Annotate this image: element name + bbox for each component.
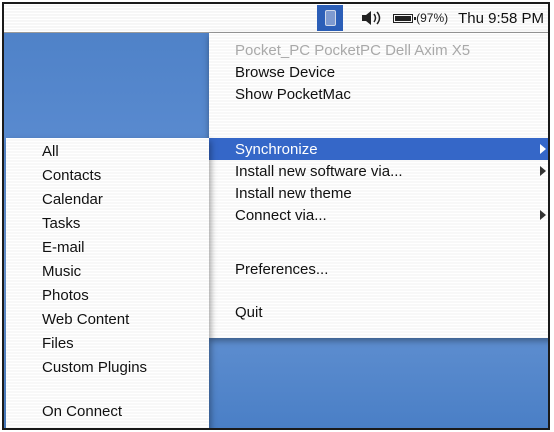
submenu-item-music[interactable]: Music xyxy=(6,260,209,282)
battery-status[interactable]: (97%) xyxy=(393,4,448,32)
submenu-item-email[interactable]: E-mail xyxy=(6,236,209,258)
screenshot-frame: (97%) Thu 9:58 PM Pocket_PC PocketPC Del… xyxy=(2,2,550,430)
device-name-item: Pocket_PC PocketPC Dell Axim X5 xyxy=(235,41,471,59)
connect-via-label: Connect via... xyxy=(235,206,327,224)
browse-device-item[interactable]: Browse Device xyxy=(209,61,548,83)
submenu-item-files[interactable]: Files xyxy=(6,332,209,354)
submenu-arrow-icon xyxy=(540,210,546,220)
install-software-label: Install new software via... xyxy=(235,162,403,180)
submenu-item-contacts[interactable]: Contacts xyxy=(6,164,209,186)
synchronize-submenu: All Contacts Calendar Tasks E-mail Music… xyxy=(6,138,209,428)
preferences-item[interactable]: Preferences... xyxy=(209,258,548,280)
submenu-item-on-connect[interactable]: On Connect xyxy=(6,400,209,422)
synchronize-label: Synchronize xyxy=(235,140,318,158)
pocketmac-menu-extra[interactable] xyxy=(317,4,351,32)
pocketmac-icon[interactable] xyxy=(317,5,344,31)
install-theme-item[interactable]: Install new theme xyxy=(209,182,548,204)
submenu-item-photos[interactable]: Photos xyxy=(6,284,209,306)
submenu-item-all[interactable]: All xyxy=(6,140,209,162)
synchronize-item[interactable]: Synchronize xyxy=(209,138,548,160)
submenu-arrow-icon xyxy=(540,144,546,154)
volume-icon[interactable] xyxy=(361,4,383,32)
submenu-item-custom-plugins[interactable]: Custom Plugins xyxy=(6,356,209,378)
menu-bar: (97%) Thu 9:58 PM xyxy=(4,4,548,33)
submenu-item-tasks[interactable]: Tasks xyxy=(6,212,209,234)
menubar-clock[interactable]: Thu 9:58 PM xyxy=(458,4,544,32)
battery-icon xyxy=(393,13,417,23)
pocketmac-menu: Pocket_PC PocketPC Dell Axim X5 Browse D… xyxy=(209,33,548,338)
show-pocketmac-item[interactable]: Show PocketMac xyxy=(209,83,548,105)
submenu-item-calendar[interactable]: Calendar xyxy=(6,188,209,210)
quit-item[interactable]: Quit xyxy=(209,301,548,323)
submenu-arrow-icon xyxy=(540,166,546,176)
connect-via-item[interactable]: Connect via... xyxy=(209,204,548,226)
submenu-item-web-content[interactable]: Web Content xyxy=(6,308,209,330)
battery-percent: (97%) xyxy=(416,11,449,25)
install-software-item[interactable]: Install new software via... xyxy=(209,160,548,182)
